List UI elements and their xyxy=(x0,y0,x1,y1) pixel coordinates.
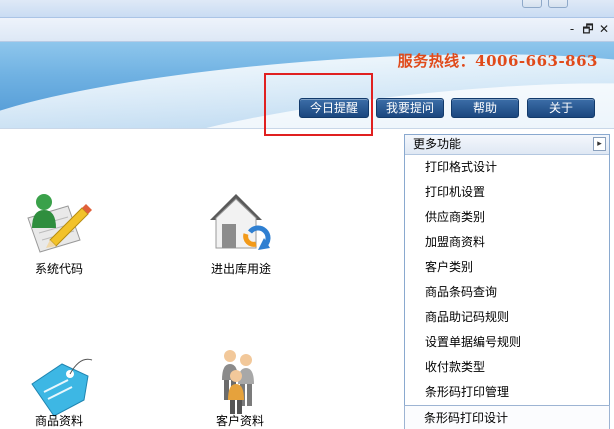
more-functions-menu: 更多功能 ▸ 打印格式设计 打印机设置 供应商类别 加盟商资料 客户类别 商品条… xyxy=(404,134,610,429)
ask-question-button[interactable]: 我要提问 xyxy=(376,98,444,118)
menu-item-franchisee-info[interactable]: 加盟商资料 xyxy=(405,230,609,255)
window-close-button[interactable] xyxy=(548,0,568,8)
chevron-right-icon[interactable]: ▸ xyxy=(593,137,606,151)
menu-item-payment-type[interactable]: 收付款类型 xyxy=(405,355,609,380)
menu-item-barcode-print-design[interactable]: 条形码打印设计 xyxy=(404,405,610,429)
customers-icon[interactable] xyxy=(208,346,278,416)
warehouse-house-icon[interactable] xyxy=(206,188,276,258)
warehouse-use-label[interactable]: 进出库用途 xyxy=(196,260,286,277)
product-info-label[interactable]: 商品资料 xyxy=(24,412,94,429)
system-code-label[interactable]: 系统代码 xyxy=(24,260,94,277)
window-title-bar xyxy=(0,0,614,18)
menu-item-barcode-query[interactable]: 商品条码查询 xyxy=(405,280,609,305)
window-maximize-button[interactable] xyxy=(522,0,542,8)
service-hotline: 服务热线：4006-663-863 xyxy=(397,52,598,70)
more-functions-title: 更多功能 xyxy=(413,137,462,151)
product-tag-icon[interactable] xyxy=(26,350,96,420)
about-button[interactable]: 关于 xyxy=(527,98,595,118)
restore-icon[interactable]: 🗗 xyxy=(582,21,594,37)
highlight-box xyxy=(264,73,373,136)
menu-item-document-numbering-rules[interactable]: 设置单据编号规则 xyxy=(405,330,609,355)
menu-item-barcode-print-management[interactable]: 条形码打印管理 xyxy=(405,380,609,405)
customer-info-label[interactable]: 客户资料 xyxy=(202,412,278,429)
menu-item-print-format-design[interactable]: 打印格式设计 xyxy=(405,155,609,180)
menu-item-mnemonic-code-rules[interactable]: 商品助记码规则 xyxy=(405,305,609,330)
menu-item-supplier-category[interactable]: 供应商类别 xyxy=(405,205,609,230)
inner-window-bar: - 🗗 ✕ xyxy=(0,18,614,42)
system-code-icon[interactable] xyxy=(22,188,92,258)
minimize-icon[interactable]: - xyxy=(566,21,578,37)
help-button[interactable]: 帮助 xyxy=(451,98,519,118)
menu-item-customer-category[interactable]: 客户类别 xyxy=(405,255,609,280)
more-functions-header[interactable]: 更多功能 ▸ xyxy=(405,135,609,155)
menu-item-printer-settings[interactable]: 打印机设置 xyxy=(405,180,609,205)
close-icon[interactable]: ✕ xyxy=(598,21,610,37)
